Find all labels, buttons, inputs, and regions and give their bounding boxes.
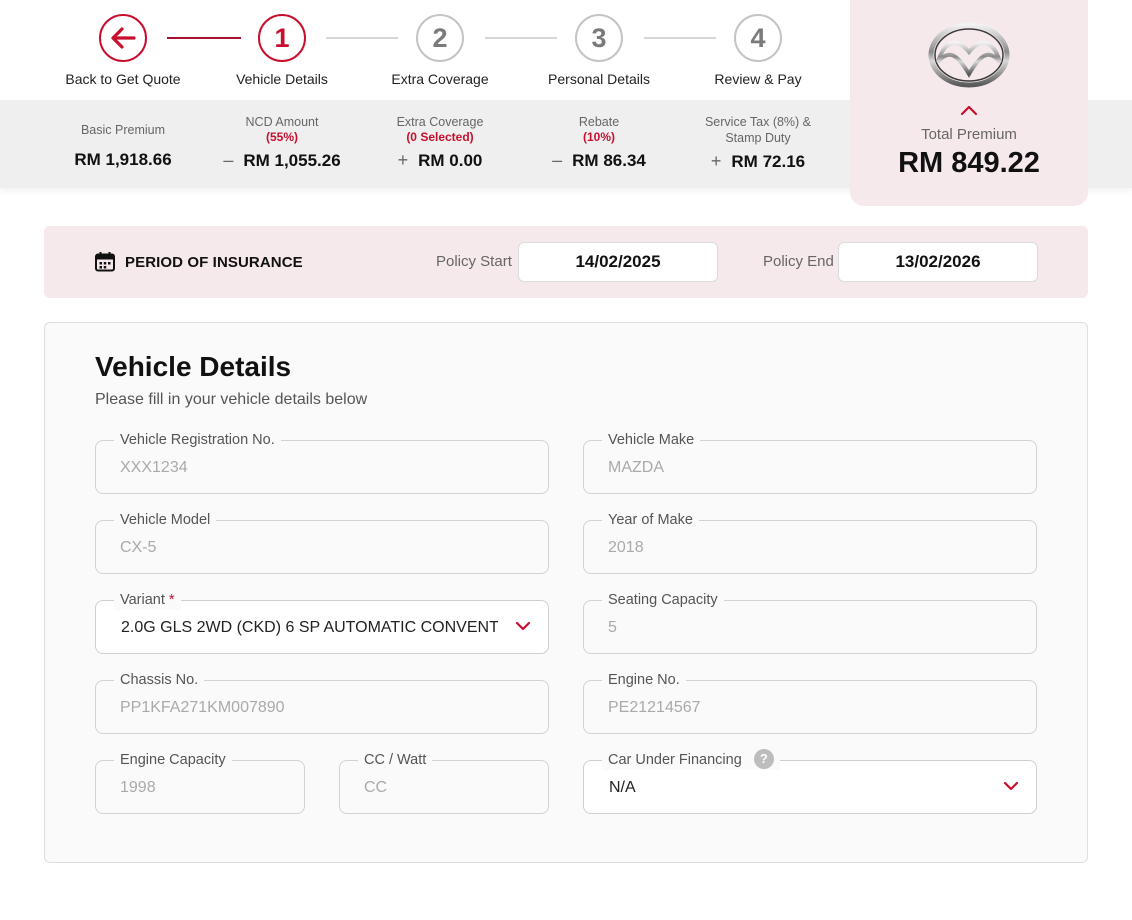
tax-amount: Service Tax (8%) & Stamp Duty + RM 72.16	[678, 114, 838, 172]
step-label: Review & Pay	[714, 71, 802, 87]
vehicle-details-form: Vehicle Details Please fill in your vehi…	[44, 322, 1088, 863]
chassis-no-field[interactable]: Chassis No. PP1KFA271KM007890	[95, 670, 549, 734]
calendar-icon	[95, 252, 115, 272]
variant-select[interactable]: Variant * 2.0G GLS 2WD (CKD) 6 SP AUTOMA…	[95, 590, 549, 654]
step-label: Personal Details	[548, 71, 650, 87]
vehicle-model-field[interactable]: Vehicle Model CX-5	[95, 510, 549, 574]
field-value: 5	[608, 619, 617, 636]
form-title: Vehicle Details	[95, 351, 292, 382]
ncd-percent: (55%)	[265, 130, 298, 144]
plus-sign: +	[710, 151, 722, 171]
ncd-value: RM 1,055.26	[243, 151, 341, 170]
minus-sign: –	[552, 150, 563, 170]
financing-selected-value: N/A	[609, 779, 636, 796]
step-number: 1	[258, 14, 306, 62]
field-label: Vehicle Make	[602, 430, 701, 450]
vehicle-make-field[interactable]: Vehicle Make MAZDA	[583, 430, 1037, 494]
total-premium-value: RM 849.22	[898, 147, 1040, 179]
extra-coverage-title: Extra Coverage	[396, 115, 484, 129]
field-value: PE21214567	[608, 699, 701, 716]
field-value: XXX1234	[120, 459, 188, 476]
variant-label-text: Variant	[120, 592, 165, 608]
ncd-amount: NCD Amount (55%) – RM 1,055.26	[202, 114, 362, 171]
back-arrow-icon	[99, 14, 147, 62]
financing-label-text: Car Under Financing	[608, 752, 742, 768]
rebate-title: Rebate	[578, 115, 620, 129]
plus-sign: +	[397, 150, 409, 170]
field-label: Year of Make	[602, 510, 699, 530]
progress-stepper: Back to Get Quote 1 Vehicle Details 2 Ex…	[0, 0, 850, 100]
step-personal-details[interactable]: 3 Personal Details	[524, 14, 674, 87]
field-value: CX-5	[120, 539, 157, 556]
chevron-up-icon[interactable]	[959, 104, 979, 116]
step-extra-coverage[interactable]: 2 Extra Coverage	[365, 14, 515, 87]
field-label: Vehicle Model	[114, 510, 217, 530]
step-vehicle-details[interactable]: 1 Vehicle Details	[207, 14, 357, 87]
total-premium-label: Total Premium	[921, 126, 1017, 143]
year-of-make-field[interactable]: Year of Make 2018	[583, 510, 1037, 574]
chevron-down-icon[interactable]	[1003, 781, 1019, 791]
field-label: CC / Watt	[358, 750, 433, 770]
period-title: PERIOD OF INSURANCE	[125, 254, 303, 271]
policy-start-label: Policy Start	[436, 253, 512, 270]
required-mark: *	[168, 592, 175, 608]
tax-title-line1: Service Tax (8%) &	[704, 115, 812, 129]
basic-premium: Basic Premium RM 1,918.66	[43, 122, 203, 170]
field-label: Seating Capacity	[602, 590, 724, 610]
engine-capacity-field[interactable]: Engine Capacity 1998	[95, 750, 305, 814]
tax-value: RM 72.16	[731, 152, 806, 171]
engine-no-field[interactable]: Engine No. PE21214567	[583, 670, 1037, 734]
step-number: 2	[416, 14, 464, 62]
rebate-percent: (10%)	[582, 130, 615, 144]
field-label: Chassis No.	[114, 670, 205, 690]
back-to-quote-label: Back to Get Quote	[65, 71, 181, 87]
field-label: Engine No.	[602, 670, 686, 690]
basic-premium-value: RM 1,918.66	[74, 150, 172, 169]
field-label: Vehicle Registration No.	[114, 430, 281, 450]
tax-title-line2: Stamp Duty	[725, 131, 791, 145]
vehicle-registration-field[interactable]: Vehicle Registration No. XXX1234	[95, 430, 549, 494]
step-number: 4	[734, 14, 782, 62]
basic-premium-title: Basic Premium	[80, 123, 166, 137]
step-label: Vehicle Details	[236, 71, 328, 87]
field-label: Variant *	[114, 590, 181, 610]
rebate-amount: Rebate (10%) – RM 86.34	[519, 114, 679, 171]
chevron-down-icon[interactable]	[515, 621, 531, 631]
variant-selected-value: 2.0G GLS 2WD (CKD) 6 SP AUTOMATIC CONVEN…	[121, 619, 498, 636]
cc-watt-field[interactable]: CC / Watt CC	[339, 750, 549, 814]
form-subtitle: Please fill in your vehicle details belo…	[95, 391, 368, 408]
rebate-value: RM 86.34	[572, 151, 646, 170]
field-value: PP1KFA271KM007890	[120, 699, 285, 716]
step-review-pay[interactable]: 4 Review & Pay	[683, 14, 833, 87]
field-value: 1998	[120, 779, 156, 796]
field-label: Car Under Financing?	[602, 749, 780, 771]
back-to-quote-button[interactable]: Back to Get Quote	[48, 14, 198, 87]
period-of-insurance: PERIOD OF INSURANCE Policy Start 14/02/2…	[44, 226, 1088, 298]
extra-coverage-amount: Extra Coverage (0 Selected) + RM 0.00	[360, 114, 520, 171]
ncd-title: NCD Amount	[245, 115, 319, 129]
total-premium-card[interactable]: Total Premium RM 849.22	[850, 0, 1088, 206]
mazda-logo-icon	[928, 22, 1010, 88]
car-financing-select[interactable]: Car Under Financing? N/A	[583, 749, 1037, 814]
policy-end-label: Policy End	[763, 253, 834, 270]
step-number: 3	[575, 14, 623, 62]
policy-end-date[interactable]: 13/02/2026	[838, 242, 1038, 282]
field-label: Engine Capacity	[114, 750, 232, 770]
minus-sign: –	[223, 150, 234, 170]
field-value: MAZDA	[608, 459, 664, 476]
help-icon[interactable]: ?	[753, 749, 774, 770]
field-value: 2018	[608, 539, 644, 556]
policy-start-date[interactable]: 14/02/2025	[518, 242, 718, 282]
extra-coverage-count: (0 Selected)	[406, 130, 474, 144]
field-value: CC	[364, 779, 388, 796]
extra-coverage-value: RM 0.00	[418, 151, 483, 170]
seating-capacity-field[interactable]: Seating Capacity 5	[583, 590, 1037, 654]
step-label: Extra Coverage	[391, 71, 489, 87]
